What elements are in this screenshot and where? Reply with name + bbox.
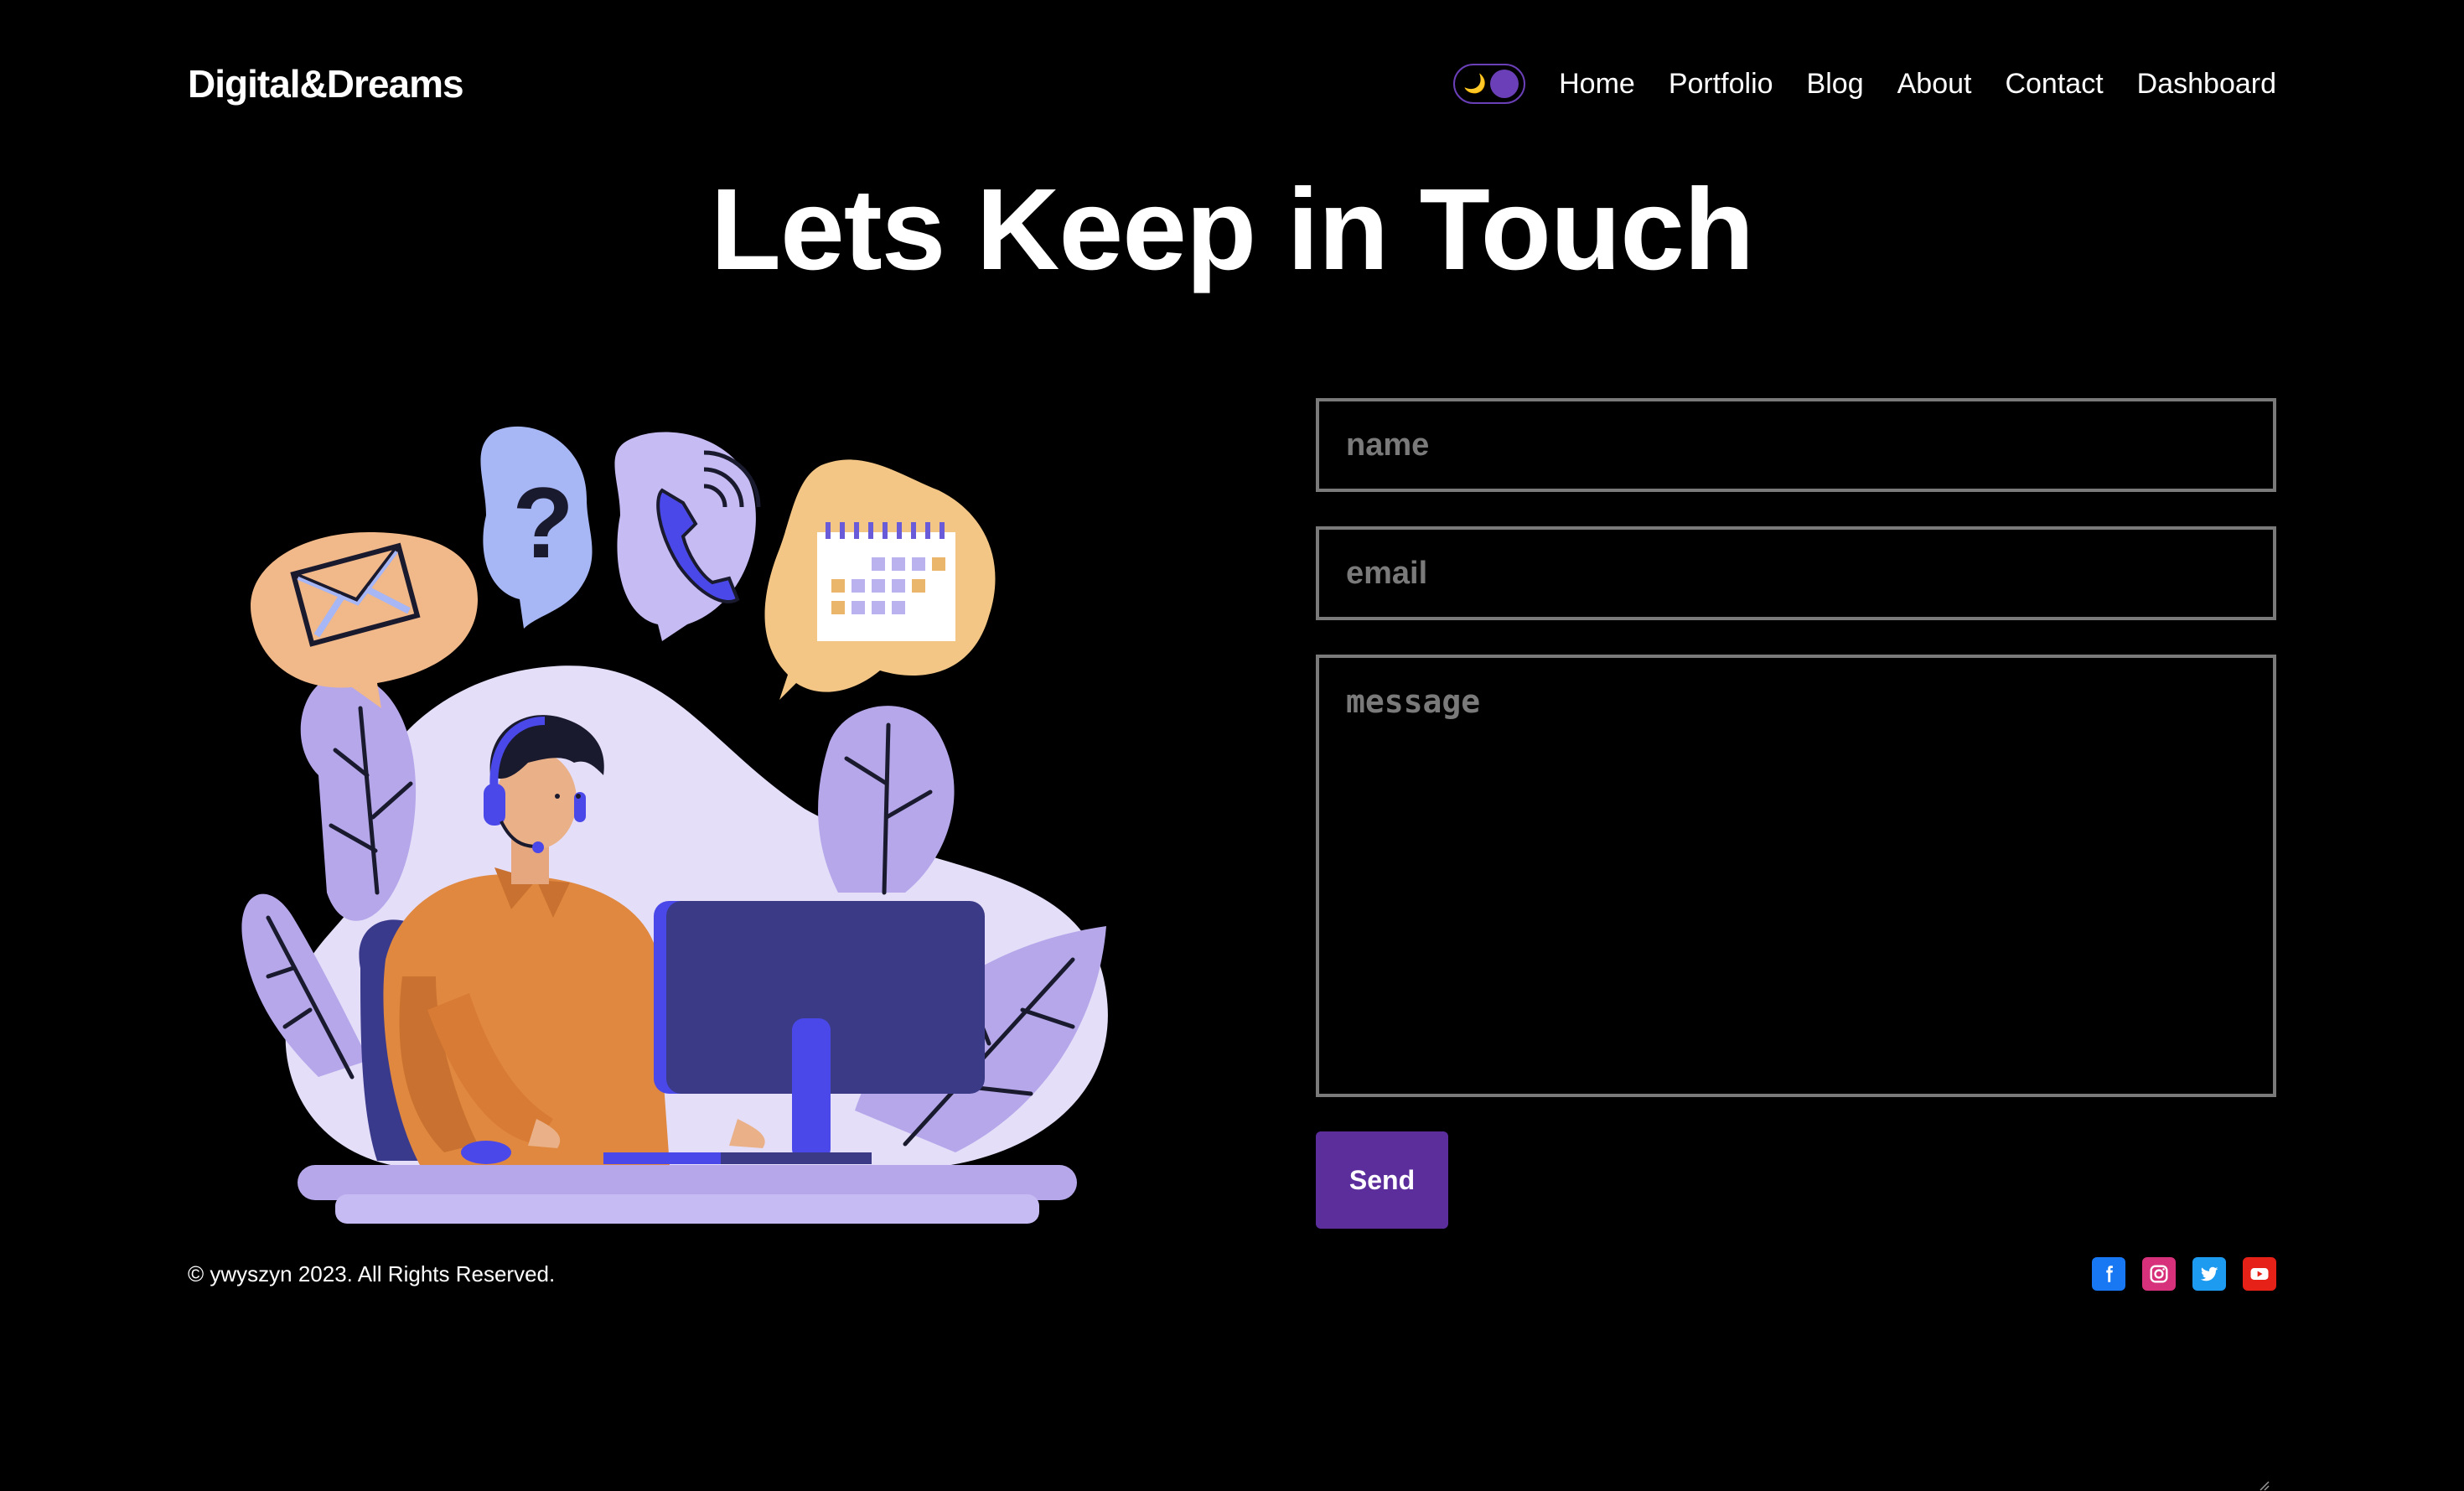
instagram-icon[interactable]: [2142, 1257, 2176, 1291]
theme-toggle[interactable]: 🌙: [1453, 64, 1526, 104]
footer: © ywyszyn 2023. All Rights Reserved.: [188, 1249, 2276, 1299]
email-input[interactable]: [1316, 526, 2276, 620]
resize-handle-icon[interactable]: [2258, 1479, 2270, 1491]
nav-portfolio-link[interactable]: Portfolio: [1669, 68, 1773, 101]
email-bubble: [251, 532, 478, 708]
twitter-icon[interactable]: [2192, 1257, 2226, 1291]
site-logo[interactable]: Digital&Dreams: [188, 61, 464, 106]
navbar: Digital&Dreams 🌙 Home Portfolio Blog Abo…: [188, 50, 2276, 117]
facebook-icon[interactable]: [2092, 1257, 2125, 1291]
message-textarea[interactable]: [1316, 655, 2276, 1097]
nav-dashboard-link[interactable]: Dashboard: [2137, 68, 2276, 101]
nav-home-link[interactable]: Home: [1559, 68, 1635, 101]
nav-contact-link[interactable]: Contact: [2005, 68, 2103, 101]
toggle-knob: [1490, 70, 1519, 98]
customer-support-illustration: ?: [241, 426, 1108, 1224]
nav-links: 🌙 Home Portfolio Blog About Contact Dash…: [1453, 64, 2276, 104]
social-links: [2092, 1257, 2276, 1291]
question-mark-icon: ?: [512, 467, 573, 579]
calendar-icon: [817, 522, 955, 641]
desk-base: [335, 1194, 1039, 1224]
nav-about-link[interactable]: About: [1897, 68, 1972, 101]
moon-icon: 🌙: [1463, 73, 1487, 94]
name-input[interactable]: [1316, 398, 2276, 492]
youtube-icon[interactable]: [2243, 1257, 2276, 1291]
contact-form: Send: [1316, 398, 2276, 1491]
nav-blog-link[interactable]: Blog: [1807, 68, 1864, 101]
page-title: Lets Keep in Touch: [710, 165, 1755, 294]
copyright-text: © ywyszyn 2023. All Rights Reserved.: [188, 1261, 556, 1287]
mouse: [461, 1141, 511, 1164]
send-button[interactable]: Send: [1316, 1131, 1448, 1229]
